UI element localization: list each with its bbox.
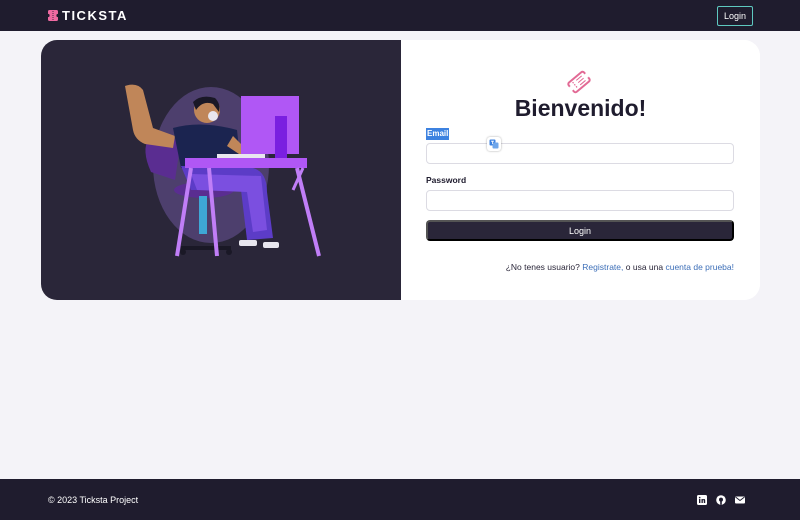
welcome-title: Bienvenido!	[514, 95, 647, 121]
signup-middle-text: o usa una	[625, 262, 664, 272]
mail-icon[interactable]	[735, 495, 745, 505]
demo-account-link[interactable]: cuenta de prueba!	[665, 262, 734, 272]
email-field[interactable]	[426, 143, 734, 164]
signup-prefix-text: ¿No tenes usuario?	[505, 262, 580, 272]
login-card: Bienvenido! Email Password Login ¿No ten…	[41, 40, 760, 300]
login-form-panel: Bienvenido! Email Password Login ¿No ten…	[401, 40, 760, 300]
github-icon[interactable]	[716, 494, 726, 505]
nav-login-button[interactable]: Login	[717, 5, 753, 26]
social-links	[697, 494, 745, 505]
page-footer: © 2023 Ticksta Project	[0, 479, 800, 520]
password-field[interactable]	[426, 190, 734, 211]
password-label: Password	[426, 175, 467, 185]
top-navbar: TICKSTA Login	[0, 0, 800, 31]
ticket-icon	[567, 70, 591, 94]
translate-glyph-icon	[489, 139, 499, 149]
illustration-panel	[41, 40, 401, 300]
signup-prompt: ¿No tenes usuario? Registrate, o usa una…	[506, 262, 734, 272]
login-submit-button[interactable]: Login	[426, 220, 734, 241]
translate-icon[interactable]	[487, 137, 501, 151]
ticket-logo-icon	[47, 10, 59, 21]
register-link[interactable]: Registrate,	[582, 262, 623, 272]
linkedin-icon[interactable]	[697, 494, 707, 505]
email-label: Email	[426, 128, 450, 140]
brand-logo-link[interactable]: TICKSTA	[47, 8, 128, 23]
copyright-text: © 2023 Ticksta Project	[48, 494, 139, 505]
brand-name: TICKSTA	[62, 8, 128, 23]
person-at-desk-illustration	[125, 84, 321, 257]
